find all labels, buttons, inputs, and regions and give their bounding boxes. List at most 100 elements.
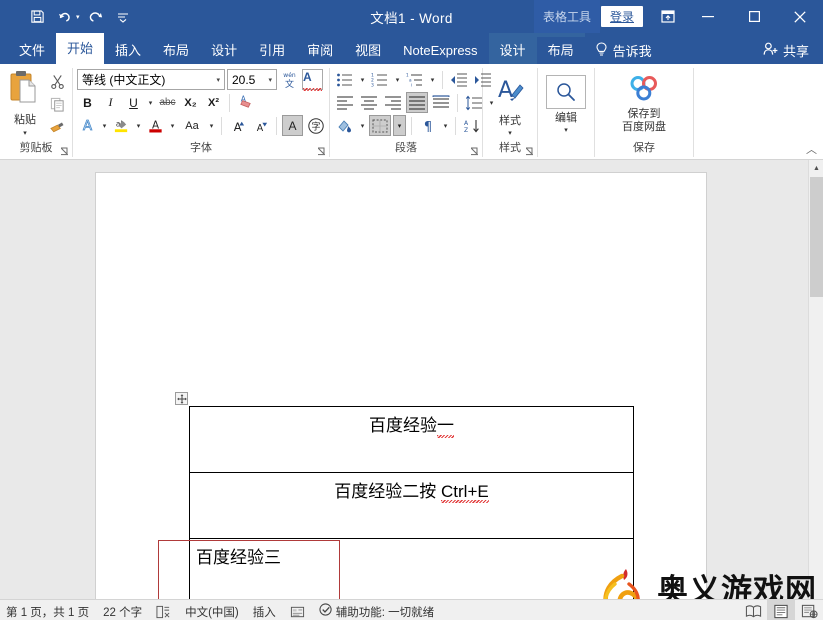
undo-dropdown-caret[interactable]: ▾ [76,13,80,21]
align-justify-button[interactable] [406,92,428,113]
tab-noteexpress[interactable]: NoteExpress [392,37,488,64]
text-effects-caret[interactable]: ▾ [100,122,109,130]
maximize-button[interactable] [731,0,777,33]
format-painter-icon[interactable] [46,117,68,138]
page-info[interactable]: 第 1 页，共 1 页 [6,604,89,620]
tab-layout[interactable]: 布局 [152,37,200,64]
table-move-handle[interactable] [175,392,188,405]
proofing-icon[interactable] [156,605,171,619]
tab-table-design[interactable]: 设计 [489,37,537,64]
font-color-caret[interactable]: ▾ [168,122,177,130]
tab-file[interactable]: 文件 [8,37,56,64]
borders-button[interactable] [369,115,391,136]
character-shading-button[interactable]: A [282,115,303,136]
highlight-caret[interactable]: ▾ [134,122,143,130]
align-right-button[interactable] [382,92,404,113]
save-to-baidu-button[interactable]: 保存到 百度网盘 [599,73,689,134]
table-cell-row1[interactable]: 百度经验一 [189,406,634,473]
underline-button[interactable]: U [123,92,144,113]
character-border-icon[interactable]: A [302,69,323,91]
save-icon[interactable] [24,5,50,29]
tab-view[interactable]: 视图 [344,37,392,64]
paste-button[interactable]: 粘贴 ▾ [4,69,46,137]
font-color-icon[interactable]: A [145,115,166,136]
phonetic-guide-icon[interactable]: wén 文 [279,69,300,90]
macro-record-icon[interactable] [290,605,305,619]
bullets-caret[interactable]: ▾ [358,76,367,84]
change-case-button[interactable]: Aa [179,115,205,136]
numbering-caret[interactable]: ▾ [393,76,402,84]
cut-icon[interactable] [46,71,68,92]
shading-caret[interactable]: ▾ [358,122,367,130]
share-button[interactable]: 共享 [763,37,823,64]
align-distribute-button[interactable] [430,92,452,113]
borders-caret[interactable]: ▾ [393,115,406,136]
tab-table-layout[interactable]: 布局 [536,37,585,64]
read-mode-button[interactable] [739,600,767,620]
table-cell-row2[interactable]: 百度经验二按 Ctrl+E [189,472,634,539]
line-spacing-button[interactable] [463,92,485,113]
sort-button[interactable]: AZ [461,115,483,136]
tell-me-box[interactable]: 告诉我 [585,37,662,64]
change-case-caret[interactable]: ▾ [207,122,216,130]
signin-button[interactable]: 登录 [600,6,643,27]
show-marks-caret[interactable]: ▾ [441,122,450,130]
table-row[interactable]: 百度经验二按 Ctrl+E [189,472,634,539]
font-size-caret[interactable]: ▾ [268,76,272,84]
tab-review[interactable]: 审阅 [296,37,344,64]
show-marks-button[interactable]: ¶ [417,115,439,136]
document-table[interactable]: 百度经验一 百度经验二按 Ctrl+E 百度经验三 百度经验四 [189,406,634,599]
font-dialog-launcher[interactable] [317,147,326,156]
tab-insert[interactable]: 插入 [104,37,152,64]
tab-references[interactable]: 引用 [248,37,296,64]
clear-formatting-icon[interactable]: A [235,92,256,113]
close-button[interactable] [777,0,823,33]
copy-icon[interactable] [46,94,68,115]
bold-button[interactable]: B [77,92,98,113]
superscript-button[interactable]: X² [203,92,224,113]
font-name-caret[interactable]: ▾ [216,76,220,84]
enclose-character-button[interactable]: 字 [305,115,326,136]
scroll-up-arrow-icon[interactable]: ▲ [809,160,823,176]
web-layout-button[interactable] [795,600,823,620]
undo-icon[interactable] [52,5,78,29]
table-row[interactable]: 百度经验一 [189,406,634,473]
styles-button[interactable]: A 样式 ▾ [487,75,533,137]
ribbon-display-options-icon[interactable] [651,0,685,33]
highlight-color-icon[interactable]: ab [111,115,132,136]
multilevel-caret[interactable]: ▾ [428,76,437,84]
tab-design[interactable]: 设计 [200,37,248,64]
paragraph-dialog-launcher[interactable] [470,147,479,156]
collapse-ribbon-button[interactable]: ︿ [806,141,817,157]
table-cell-row3[interactable]: 百度经验三 [189,538,634,599]
print-layout-button[interactable] [767,599,795,620]
word-count[interactable]: 22 个字 [103,604,142,620]
grow-font-button[interactable]: A [227,115,248,136]
editing-button[interactable]: 编辑 ▾ [543,75,589,134]
insert-mode-indicator[interactable]: 插入 [253,604,276,620]
scrollbar-thumb[interactable] [810,177,823,297]
font-name-input[interactable]: 等线 (中文正文) ▾ [77,69,225,90]
accessibility-status[interactable]: 辅助功能: 一切就绪 [319,603,434,620]
clipboard-dialog-launcher[interactable] [60,147,69,156]
underline-caret[interactable]: ▾ [146,99,155,107]
strikethrough-button[interactable]: abc [157,92,178,113]
paste-dropdown-caret[interactable]: ▾ [23,130,27,137]
minimize-button[interactable] [685,0,731,33]
shading-button[interactable] [334,115,356,136]
table-row[interactable]: 百度经验三 [189,538,634,599]
font-size-input[interactable]: 20.5 ▾ [227,69,277,90]
numbering-button[interactable]: 123 [369,69,391,90]
styles-caret[interactable]: ▾ [508,130,512,137]
styles-dialog-launcher[interactable] [525,147,534,156]
language-indicator[interactable]: 中文(中国) [185,604,239,620]
vertical-scrollbar[interactable]: ▲ [808,160,823,599]
align-left-button[interactable] [334,92,356,113]
subscript-button[interactable]: X₂ [180,92,201,113]
tab-home[interactable]: 开始 [56,33,105,64]
text-effects-icon[interactable]: A [77,115,98,136]
shrink-font-button[interactable]: A [250,115,271,136]
bullets-button[interactable] [334,69,356,90]
align-center-button[interactable] [358,92,380,113]
customize-qat-icon[interactable] [110,5,136,29]
